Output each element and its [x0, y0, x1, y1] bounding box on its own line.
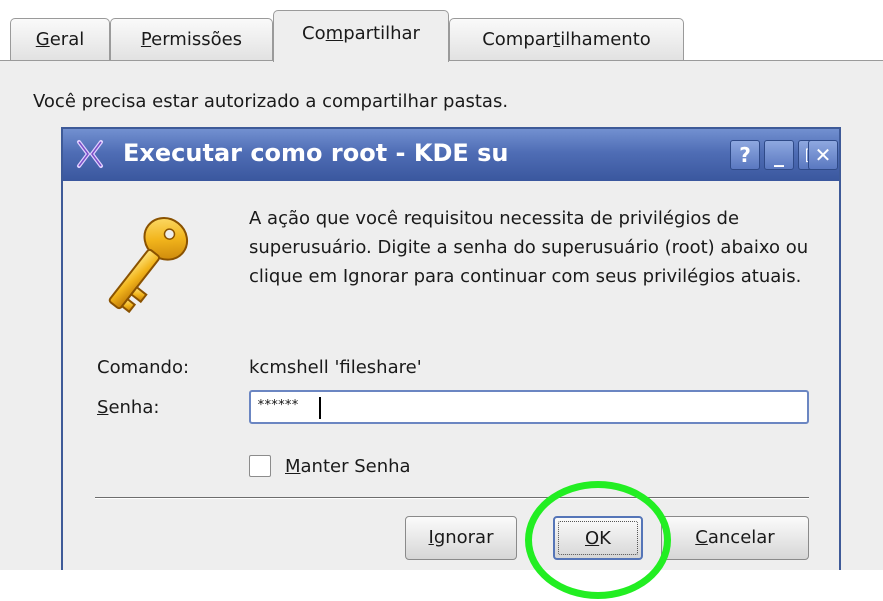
help-icon: ? — [739, 143, 751, 167]
tab-compartilhar[interactable]: Compartilhar — [273, 10, 449, 62]
dialog-titlebar[interactable]: Executar como root - KDE su ? _ □ — [63, 129, 839, 181]
command-label: Comando: — [97, 357, 190, 378]
keep-password-label[interactable]: Manter Senha — [285, 456, 411, 477]
tab-geral[interactable]: Geral — [10, 18, 110, 60]
privilege-message: A ação que você requisitou necessita de … — [249, 208, 809, 287]
authorization-message: Você precisa estar autorizado a comparti… — [33, 91, 509, 112]
tab-compartilhamento[interactable]: Compartilhamento — [449, 18, 684, 60]
close-icon: ✕ — [814, 143, 832, 167]
key-icon — [108, 217, 189, 314]
text-caret — [319, 397, 321, 419]
dialog-title: Executar como root - KDE su — [123, 139, 509, 167]
ignore-button[interactable]: Ignorar — [405, 516, 517, 560]
tab-permissoes[interactable]: Permissões — [110, 18, 273, 60]
tab-bar: Geral Permissões Compartilhar Compartilh… — [0, 0, 883, 62]
kde-logo-icon — [77, 140, 103, 168]
minimize-button[interactable]: _ — [764, 140, 794, 170]
password-field[interactable]: ****** — [249, 390, 809, 424]
password-mask: ****** — [257, 398, 299, 413]
highlight-circle — [525, 481, 671, 599]
cancel-button[interactable]: Cancelar — [661, 516, 809, 560]
separator — [95, 497, 809, 499]
password-label: Senha: — [97, 397, 160, 418]
command-value: kcmshell 'fileshare' — [249, 357, 422, 378]
help-button[interactable]: ? — [730, 140, 760, 170]
close-button[interactable]: ✕ — [808, 140, 838, 170]
kde-su-dialog: Executar como root - KDE su ? _ □ ✕ — [61, 127, 841, 570]
keep-password-checkbox[interactable] — [249, 455, 271, 477]
minimize-icon: _ — [774, 143, 784, 167]
